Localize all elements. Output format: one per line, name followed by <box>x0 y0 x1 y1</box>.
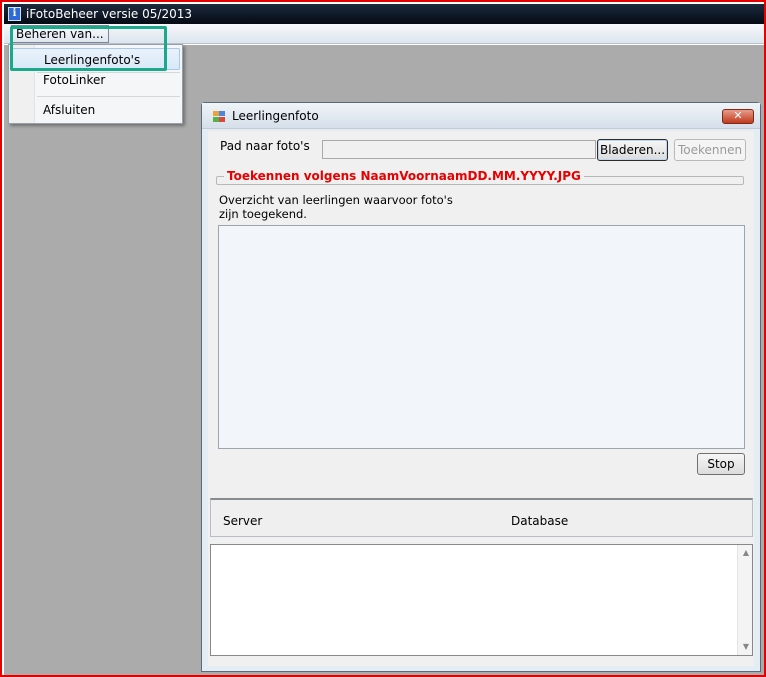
close-button[interactable]: ✕ <box>722 109 754 124</box>
close-icon: ✕ <box>733 109 743 122</box>
menu-item-leerlingenfotos[interactable]: Leerlingenfoto's <box>11 48 180 70</box>
menu-beheren-van[interactable]: Beheren van... <box>11 25 109 43</box>
database-label: Database <box>511 514 569 528</box>
path-label: Pad naar foto's <box>220 139 310 153</box>
assign-note: Toekennen volgens NaamVoornaamDD.MM.YYYY… <box>224 169 584 184</box>
log-textarea[interactable]: ▲ ▼ <box>210 544 753 656</box>
window-client-area: Pad naar foto's Bladeren... Toekennen To… <box>208 131 754 666</box>
window-title: Leerlingenfoto <box>232 109 319 123</box>
path-input[interactable] <box>322 140 596 159</box>
assigned-students-list[interactable] <box>218 225 745 449</box>
scroll-up-icon[interactable]: ▲ <box>743 549 749 557</box>
app-title-bar: i iFotoBeheer versie 05/2013 <box>4 4 764 24</box>
connection-info-panel: Server Database <box>210 498 753 537</box>
stop-button[interactable]: Stop <box>697 453 745 475</box>
app-title: iFotoBeheer versie 05/2013 <box>26 7 192 21</box>
menu-item-fotolinker[interactable]: FotoLinker <box>11 69 180 91</box>
screenshot-frame: i iFotoBeheer versie 05/2013 Beheren van… <box>0 0 766 677</box>
window-title-bar: Leerlingenfoto ✕ <box>202 103 760 129</box>
server-label: Server <box>223 514 263 528</box>
info-icon: i <box>8 7 21 21</box>
overview-label: Overzicht van leerlingen waarvoor foto's… <box>219 193 453 221</box>
browse-button[interactable]: Bladeren... <box>597 139 668 161</box>
menu-separator <box>37 96 180 97</box>
dropdown-menu: Leerlingenfoto's FotoLinker Afsluiten <box>8 44 183 124</box>
leerlingenfoto-window: Leerlingenfoto ✕ Pad naar foto's Bladere… <box>201 102 761 672</box>
app-window-icon <box>213 111 225 122</box>
menu-bar: Beheren van... <box>4 24 764 44</box>
vertical-scrollbar[interactable]: ▲ ▼ <box>737 545 752 655</box>
assign-button[interactable]: Toekennen <box>674 139 746 161</box>
scroll-down-icon[interactable]: ▼ <box>743 643 749 651</box>
menu-item-afsluiten[interactable]: Afsluiten <box>11 99 180 121</box>
